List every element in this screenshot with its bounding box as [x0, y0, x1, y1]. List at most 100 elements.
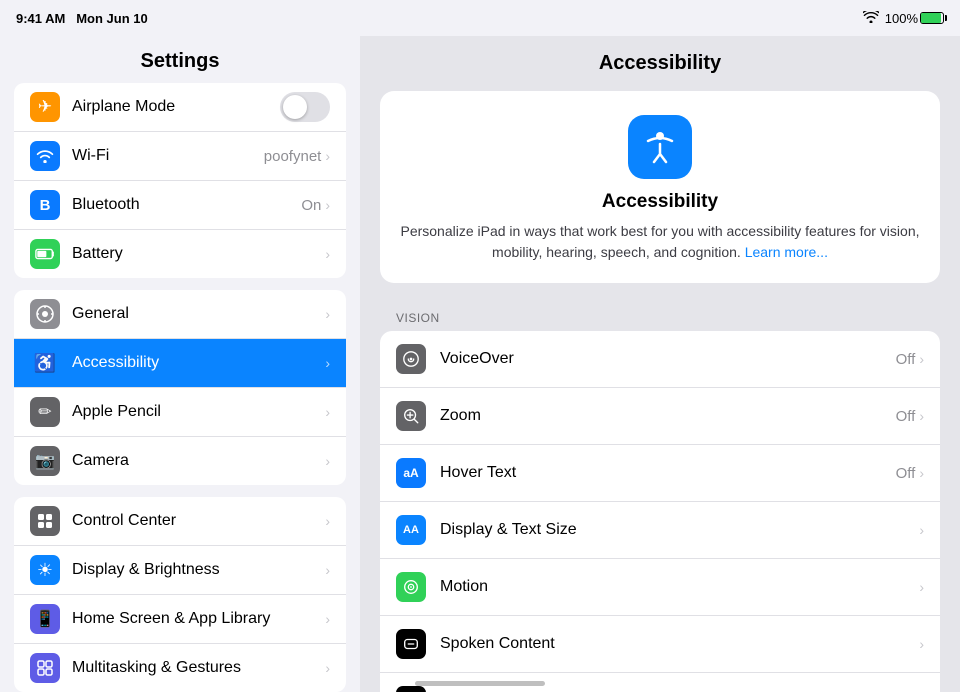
wifi-settings-icon	[30, 141, 60, 171]
wifi-chevron: ›	[325, 148, 330, 164]
sidebar-group-personalization: Control Center › ☀ Display & Brightness …	[14, 497, 346, 692]
camera-label: Camera	[72, 452, 325, 470]
sidebar-item-apple-pencil[interactable]: ✏ Apple Pencil ›	[14, 388, 346, 437]
multitasking-icon	[30, 653, 60, 683]
sidebar-item-battery[interactable]: Battery ›	[14, 230, 346, 278]
hover-text-label: Hover Text	[440, 464, 896, 482]
right-panel: Accessibility Accessibility Personalize …	[360, 36, 960, 692]
sidebar-item-accessibility[interactable]: ♿ Accessibility ›	[14, 339, 346, 388]
hover-text-chevron: ›	[919, 465, 924, 481]
vision-settings-group: VoiceOver Off › Zoom Off › aA Hover	[380, 331, 940, 692]
sidebar-item-home-screen[interactable]: 📱 Home Screen & App Library ›	[14, 595, 346, 644]
accessibility-settings-icon: ♿	[30, 348, 60, 378]
settings-row-display-text-size[interactable]: AA Display & Text Size ›	[380, 502, 940, 559]
accessibility-card-icon	[628, 115, 692, 179]
wifi-icon	[863, 11, 879, 26]
sidebar-item-wifi[interactable]: Wi-Fi poofynet ›	[14, 132, 346, 181]
airplane-mode-label: Airplane Mode	[72, 98, 280, 116]
battery-percent: 100%	[885, 11, 918, 26]
home-bar	[415, 681, 545, 686]
home-screen-icon: 📱	[30, 604, 60, 634]
sidebar-group-system: General › ♿ Accessibility › ✏ Apple Penc…	[14, 290, 346, 485]
bluetooth-value: On	[301, 197, 321, 214]
control-center-label: Control Center	[72, 512, 325, 530]
home-screen-chevron: ›	[325, 611, 330, 627]
apple-pencil-label: Apple Pencil	[72, 403, 325, 421]
battery-chevron: ›	[325, 246, 330, 262]
accessibility-card: Accessibility Personalize iPad in ways t…	[380, 91, 940, 283]
settings-row-spoken-content[interactable]: Spoken Content ›	[380, 616, 940, 673]
spoken-content-icon	[396, 629, 426, 659]
display-brightness-icon: ☀	[30, 555, 60, 585]
general-label: General	[72, 305, 325, 323]
bluetooth-label: Bluetooth	[72, 196, 301, 214]
sidebar-item-control-center[interactable]: Control Center ›	[14, 497, 346, 546]
wifi-label: Wi-Fi	[72, 147, 264, 165]
zoom-label: Zoom	[440, 407, 896, 425]
airplane-mode-icon: ✈	[30, 92, 60, 122]
battery-settings-icon	[30, 239, 60, 269]
camera-icon: 📷	[30, 446, 60, 476]
sidebar-item-bluetooth[interactable]: B Bluetooth On ›	[14, 181, 346, 230]
accessibility-card-desc: Personalize iPad in ways that work best …	[400, 221, 920, 263]
sidebar: Settings ✈ Airplane Mode	[0, 36, 360, 692]
spoken-content-chevron: ›	[919, 636, 924, 652]
sidebar-item-airplane-mode[interactable]: ✈ Airplane Mode	[14, 83, 346, 132]
settings-row-zoom[interactable]: Zoom Off ›	[380, 388, 940, 445]
hover-text-icon: aA	[396, 458, 426, 488]
zoom-icon	[396, 401, 426, 431]
motion-label: Motion	[440, 578, 919, 596]
sidebar-title: Settings	[0, 36, 360, 83]
page-title: Accessibility	[380, 52, 940, 75]
home-screen-label: Home Screen & App Library	[72, 610, 325, 628]
battery-bar	[920, 12, 944, 24]
zoom-value: Off	[896, 408, 916, 425]
airplane-mode-toggle[interactable]	[280, 92, 330, 122]
camera-chevron: ›	[325, 453, 330, 469]
multitasking-label: Multitasking & Gestures	[72, 659, 325, 677]
main-container: Settings ✈ Airplane Mode	[0, 36, 960, 692]
general-chevron: ›	[325, 306, 330, 322]
control-center-icon	[30, 506, 60, 536]
spoken-content-label: Spoken Content	[440, 635, 919, 653]
voiceover-chevron: ›	[919, 351, 924, 367]
sidebar-item-camera[interactable]: 📷 Camera ›	[14, 437, 346, 485]
battery-label: Battery	[72, 245, 325, 263]
voiceover-value: Off	[896, 351, 916, 368]
bluetooth-icon: B	[30, 190, 60, 220]
display-brightness-chevron: ›	[325, 562, 330, 578]
sidebar-item-general[interactable]: General ›	[14, 290, 346, 339]
apple-pencil-chevron: ›	[325, 404, 330, 420]
display-text-size-chevron: ›	[919, 522, 924, 538]
settings-row-hover-text[interactable]: aA Hover Text Off ›	[380, 445, 940, 502]
vision-section-label: VISION	[380, 311, 940, 325]
status-time-date: 9:41 AM Mon Jun 10	[16, 11, 148, 26]
battery-indicator: 100%	[885, 11, 944, 26]
accessibility-card-title: Accessibility	[400, 191, 920, 213]
hover-text-value: Off	[896, 465, 916, 482]
display-text-size-icon: AA	[396, 515, 426, 545]
status-date: Mon Jun 10	[76, 11, 148, 26]
learn-more-link[interactable]: Learn more...	[745, 244, 828, 260]
wifi-value: poofynet	[264, 148, 322, 165]
status-icons: 100%	[863, 11, 944, 26]
sidebar-item-multitasking[interactable]: Multitasking & Gestures ›	[14, 644, 346, 692]
sidebar-group-connectivity: ✈ Airplane Mode Wi-Fi poofynet ›	[14, 83, 346, 278]
general-icon	[30, 299, 60, 329]
control-center-chevron: ›	[325, 513, 330, 529]
display-text-size-label: Display & Text Size	[440, 521, 919, 539]
apple-pencil-icon: ✏	[30, 397, 60, 427]
multitasking-chevron: ›	[325, 660, 330, 676]
voiceover-icon	[396, 344, 426, 374]
motion-chevron: ›	[919, 579, 924, 595]
settings-row-motion[interactable]: Motion ›	[380, 559, 940, 616]
settings-row-voiceover[interactable]: VoiceOver Off ›	[380, 331, 940, 388]
status-bar: 9:41 AM Mon Jun 10 100%	[0, 0, 960, 36]
audio-desc-icon	[396, 686, 426, 692]
sidebar-list: ✈ Airplane Mode Wi-Fi poofynet ›	[0, 83, 360, 692]
status-time: 9:41 AM	[16, 11, 65, 26]
display-brightness-label: Display & Brightness	[72, 561, 325, 579]
motion-icon	[396, 572, 426, 602]
sidebar-item-display-brightness[interactable]: ☀ Display & Brightness ›	[14, 546, 346, 595]
battery-fill	[921, 13, 941, 23]
